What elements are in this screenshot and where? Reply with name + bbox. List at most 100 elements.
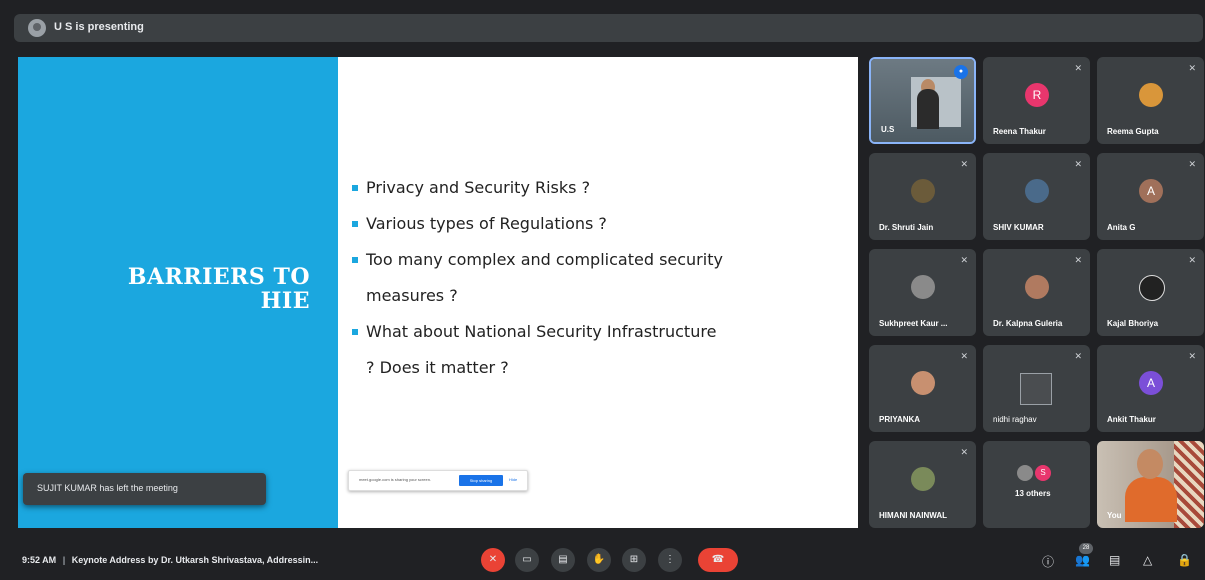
participant-tile-us[interactable]: ● U.S	[869, 57, 976, 144]
raise-hand-button[interactable]: ✋	[587, 548, 611, 572]
more-options-button[interactable]: ⋮	[658, 548, 682, 572]
participant-tile-shruti-jain[interactable]: ✕ Dr. Shruti Jain	[869, 153, 976, 240]
avatar	[1139, 275, 1165, 301]
participant-name: Reena Thakur	[993, 127, 1046, 136]
bullet-text: What about National Security Infrastruct…	[366, 322, 717, 341]
activities-icon[interactable]: △	[1143, 553, 1152, 567]
broken-image-icon	[1020, 373, 1052, 405]
leave-call-button[interactable]: ☎	[698, 548, 738, 572]
avatar	[911, 467, 935, 491]
participant-name: Dr. Shruti Jain	[879, 223, 934, 232]
captions-button[interactable]: ▤	[551, 548, 575, 572]
bullet-item: Various types of Regulations ?	[350, 206, 790, 242]
hide-button[interactable]: Hide	[509, 477, 517, 482]
host-controls-icon[interactable]: 🔒	[1177, 553, 1192, 567]
meeting-controls-bar: 9:52 AM | Keynote Address by Dr. Utkarsh…	[0, 540, 1205, 580]
bullet-square-icon	[352, 221, 358, 227]
mic-off-icon: ✕	[1188, 255, 1196, 265]
participant-tile-others[interactable]: S 13 others	[983, 441, 1090, 528]
chat-icon[interactable]: ▤	[1109, 553, 1120, 567]
presentation-banner: U S is presenting	[14, 14, 1203, 42]
participant-tile-anita-g[interactable]: ✕ A Anita G	[1097, 153, 1204, 240]
bullet-text: Various types of Regulations ?	[366, 214, 607, 233]
toast-text: SUJIT KUMAR has left the meeting	[37, 483, 178, 493]
mic-off-icon: ✕	[960, 351, 968, 361]
slide-title: BARRIERS TO HIE	[50, 265, 310, 313]
bullet-square-icon	[352, 257, 358, 263]
participant-name: SHIV KUMAR	[993, 223, 1044, 232]
video-head	[1137, 449, 1163, 479]
bullet-continuation: ? Does it matter ?	[350, 350, 790, 386]
mic-off-icon: ✕	[1074, 63, 1082, 73]
avatar	[1025, 179, 1049, 203]
mic-toggle-button[interactable]: ✕	[481, 548, 505, 572]
camera-toggle-button[interactable]: ▭	[515, 548, 539, 572]
avatar	[911, 371, 935, 395]
participant-tile-ankit-thakur[interactable]: ✕ A Ankit Thakur	[1097, 345, 1204, 432]
participant-name: HIMANI NAINWAL	[879, 511, 947, 520]
presenter-avatar-icon	[28, 19, 46, 37]
speaking-indicator-icon: ●	[954, 65, 968, 79]
bullet-continuation: measures ?	[350, 278, 790, 314]
avatar	[1139, 83, 1163, 107]
avatar: A	[1139, 179, 1163, 203]
slide-title-line-1: BARRIERS TO	[127, 264, 310, 290]
bullet-text: measures ?	[366, 286, 458, 305]
bullet-item: What about National Security Infrastruct…	[350, 314, 790, 350]
slide-title-line-2: HIE	[260, 288, 310, 314]
participant-count-badge: 28	[1079, 543, 1093, 554]
participant-tile-himani-nainwal[interactable]: ✕ HIMANI NAINWAL	[869, 441, 976, 528]
people-icon[interactable]: 👥	[1075, 553, 1090, 567]
participant-tile-shiv-kumar[interactable]: ✕ SHIV KUMAR	[983, 153, 1090, 240]
presenting-label: U S is presenting	[54, 21, 144, 33]
present-button[interactable]: ⊞	[622, 548, 646, 572]
meeting-details-icon[interactable]: ⓘ	[1042, 553, 1054, 570]
mic-off-icon: ✕	[1074, 351, 1082, 361]
participant-tile-nidhi-raghav[interactable]: ✕ nidhi raghav	[983, 345, 1090, 432]
mic-off-icon: ✕	[960, 255, 968, 265]
bullet-text: ? Does it matter ?	[366, 358, 509, 377]
slide-bullets: Privacy and Security Risks ? Various typ…	[350, 170, 790, 386]
separator: |	[62, 555, 66, 565]
bullet-square-icon	[352, 329, 358, 335]
participant-tile-priyanka[interactable]: ✕ PRIYANKA	[869, 345, 976, 432]
meeting-info: 9:52 AM | Keynote Address by Dr. Utkarsh…	[22, 555, 318, 565]
stop-sharing-button[interactable]: Stop sharing	[459, 475, 503, 486]
avatar	[1025, 275, 1049, 299]
meeting-time: 9:52 AM	[22, 555, 57, 565]
others-count: 13 others	[1015, 489, 1051, 498]
participant-tile-kajal-bhoriya[interactable]: ✕ Kajal Bhoriya	[1097, 249, 1204, 336]
participant-name: nidhi raghav	[993, 415, 1037, 424]
presentation-stage[interactable]: BARRIERS TO HIE Privacy and Security Ris…	[18, 57, 858, 528]
participant-tile-you[interactable]: You	[1097, 441, 1204, 528]
mic-off-icon: ✕	[1074, 255, 1082, 265]
participant-tile-reena-thakur[interactable]: ✕ R Reena Thakur	[983, 57, 1090, 144]
participant-tile-kalpna-guleria[interactable]: ✕ Dr. Kalpna Guleria	[983, 249, 1090, 336]
meeting-title: Keynote Address by Dr. Utkarsh Shrivasta…	[71, 555, 319, 565]
mic-off-icon: ✕	[960, 447, 968, 457]
participant-name: Anita G	[1107, 223, 1136, 232]
mic-off-icon: ✕	[1074, 159, 1082, 169]
bullet-text: Too many complex and complicated securit…	[366, 250, 723, 269]
mic-off-icon: ✕	[960, 159, 968, 169]
bullet-item: Too many complex and complicated securit…	[350, 242, 790, 278]
screen-share-bar: meet.google.com is sharing your screen. …	[348, 470, 528, 491]
avatar: S	[1035, 465, 1051, 481]
share-message: meet.google.com is sharing your screen.	[359, 477, 432, 482]
mic-off-icon: ✕	[1188, 159, 1196, 169]
participant-tile-reema-gupta[interactable]: ✕ Reema Gupta	[1097, 57, 1204, 144]
avatar	[911, 275, 935, 299]
participant-name: Dr. Kalpna Guleria	[993, 319, 1063, 328]
participant-name: You	[1107, 511, 1122, 520]
participant-name: Kajal Bhoriya	[1107, 319, 1159, 328]
participant-name: Sukhpreet Kaur ...	[879, 319, 948, 328]
participant-tile-sukhpreet-kaur[interactable]: ✕ Sukhpreet Kaur ...	[869, 249, 976, 336]
video-person	[917, 89, 939, 129]
notification-toast: SUJIT KUMAR has left the meeting	[23, 473, 266, 505]
slide-title-panel: BARRIERS TO HIE	[18, 57, 338, 528]
bullet-text: Privacy and Security Risks ?	[366, 178, 591, 197]
mic-off-icon: ✕	[1188, 63, 1196, 73]
participant-name: Ankit Thakur	[1107, 415, 1156, 424]
participant-name: U.S	[881, 125, 895, 134]
avatar: A	[1139, 371, 1163, 395]
